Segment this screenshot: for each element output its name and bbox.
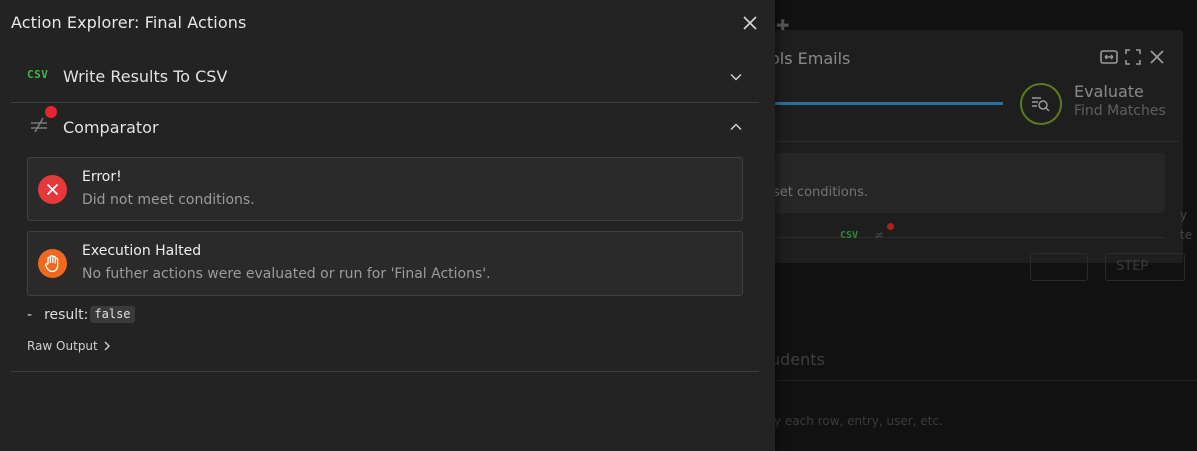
error-card: Error! Did not meet conditions. <box>27 157 743 221</box>
chevron-right-icon <box>104 341 110 351</box>
background-side-text: y te <box>1180 208 1193 242</box>
result-line: - result: false <box>27 306 135 323</box>
comparator-icon <box>29 116 49 138</box>
halted-title: Execution Halted <box>82 243 202 259</box>
close-icon <box>743 16 757 30</box>
execution-halted-card: Execution Halted No futher actions were … <box>27 231 743 296</box>
raw-output-label: Raw Output <box>27 339 98 353</box>
panel-title: Action Explorer: Final Actions <box>11 13 247 32</box>
background-comparator-icon: ≠ <box>874 228 885 242</box>
halted-message: No futher actions were evaluated or run … <box>82 266 491 282</box>
result-key: result: <box>44 306 89 323</box>
error-icon <box>38 175 67 204</box>
chevron-down-icon <box>729 70 743 84</box>
error-message: Did not meet conditions. <box>82 192 255 208</box>
background-step-button: STEP <box>1105 253 1185 281</box>
evaluate-step-title: Evaluate <box>1074 82 1144 101</box>
evaluate-step-icon <box>1020 83 1062 125</box>
background-divider <box>760 141 1180 142</box>
background-students-heading: udents <box>770 350 825 369</box>
background-progress-bar <box>760 102 1003 105</box>
background-hint-text: fy each row, entry, user, etc. <box>770 414 943 428</box>
background-divider-2 <box>760 380 1197 381</box>
resize-icon <box>1100 48 1118 66</box>
section-write-results-to-csv[interactable]: CSV Write Results To CSV <box>11 52 759 102</box>
error-indicator-dot <box>45 106 57 118</box>
result-bullet: - <box>27 306 33 323</box>
section-divider <box>11 371 759 372</box>
background-message-text: set conditions. <box>773 185 869 200</box>
background-flow-line <box>760 237 1165 238</box>
section-label: Write Results To CSV <box>63 67 228 86</box>
background-message-box <box>760 153 1165 213</box>
raw-output-link[interactable]: Raw Output <box>27 339 110 353</box>
background-csv-icon: CSV <box>840 230 859 241</box>
evaluate-step-subtitle: Find Matches <box>1074 103 1166 119</box>
result-value: false <box>90 306 135 323</box>
close-icon <box>1148 48 1166 66</box>
csv-icon: CSV <box>27 68 49 81</box>
close-button[interactable] <box>740 13 760 33</box>
section-label: Comparator <box>63 118 159 137</box>
fullscreen-icon <box>1124 48 1142 66</box>
background-modal-controls <box>1100 48 1166 66</box>
hand-stop-icon <box>38 249 67 278</box>
action-explorer-panel: Action Explorer: Final Actions CSV Write… <box>0 0 775 451</box>
background-modal-title: ols Emails <box>770 49 851 68</box>
background-error-dot <box>887 223 894 230</box>
error-title: Error! <box>82 169 122 185</box>
background-toolbar-group <box>1030 253 1088 281</box>
section-comparator[interactable]: Comparator <box>11 102 759 152</box>
chevron-up-icon <box>729 120 743 134</box>
